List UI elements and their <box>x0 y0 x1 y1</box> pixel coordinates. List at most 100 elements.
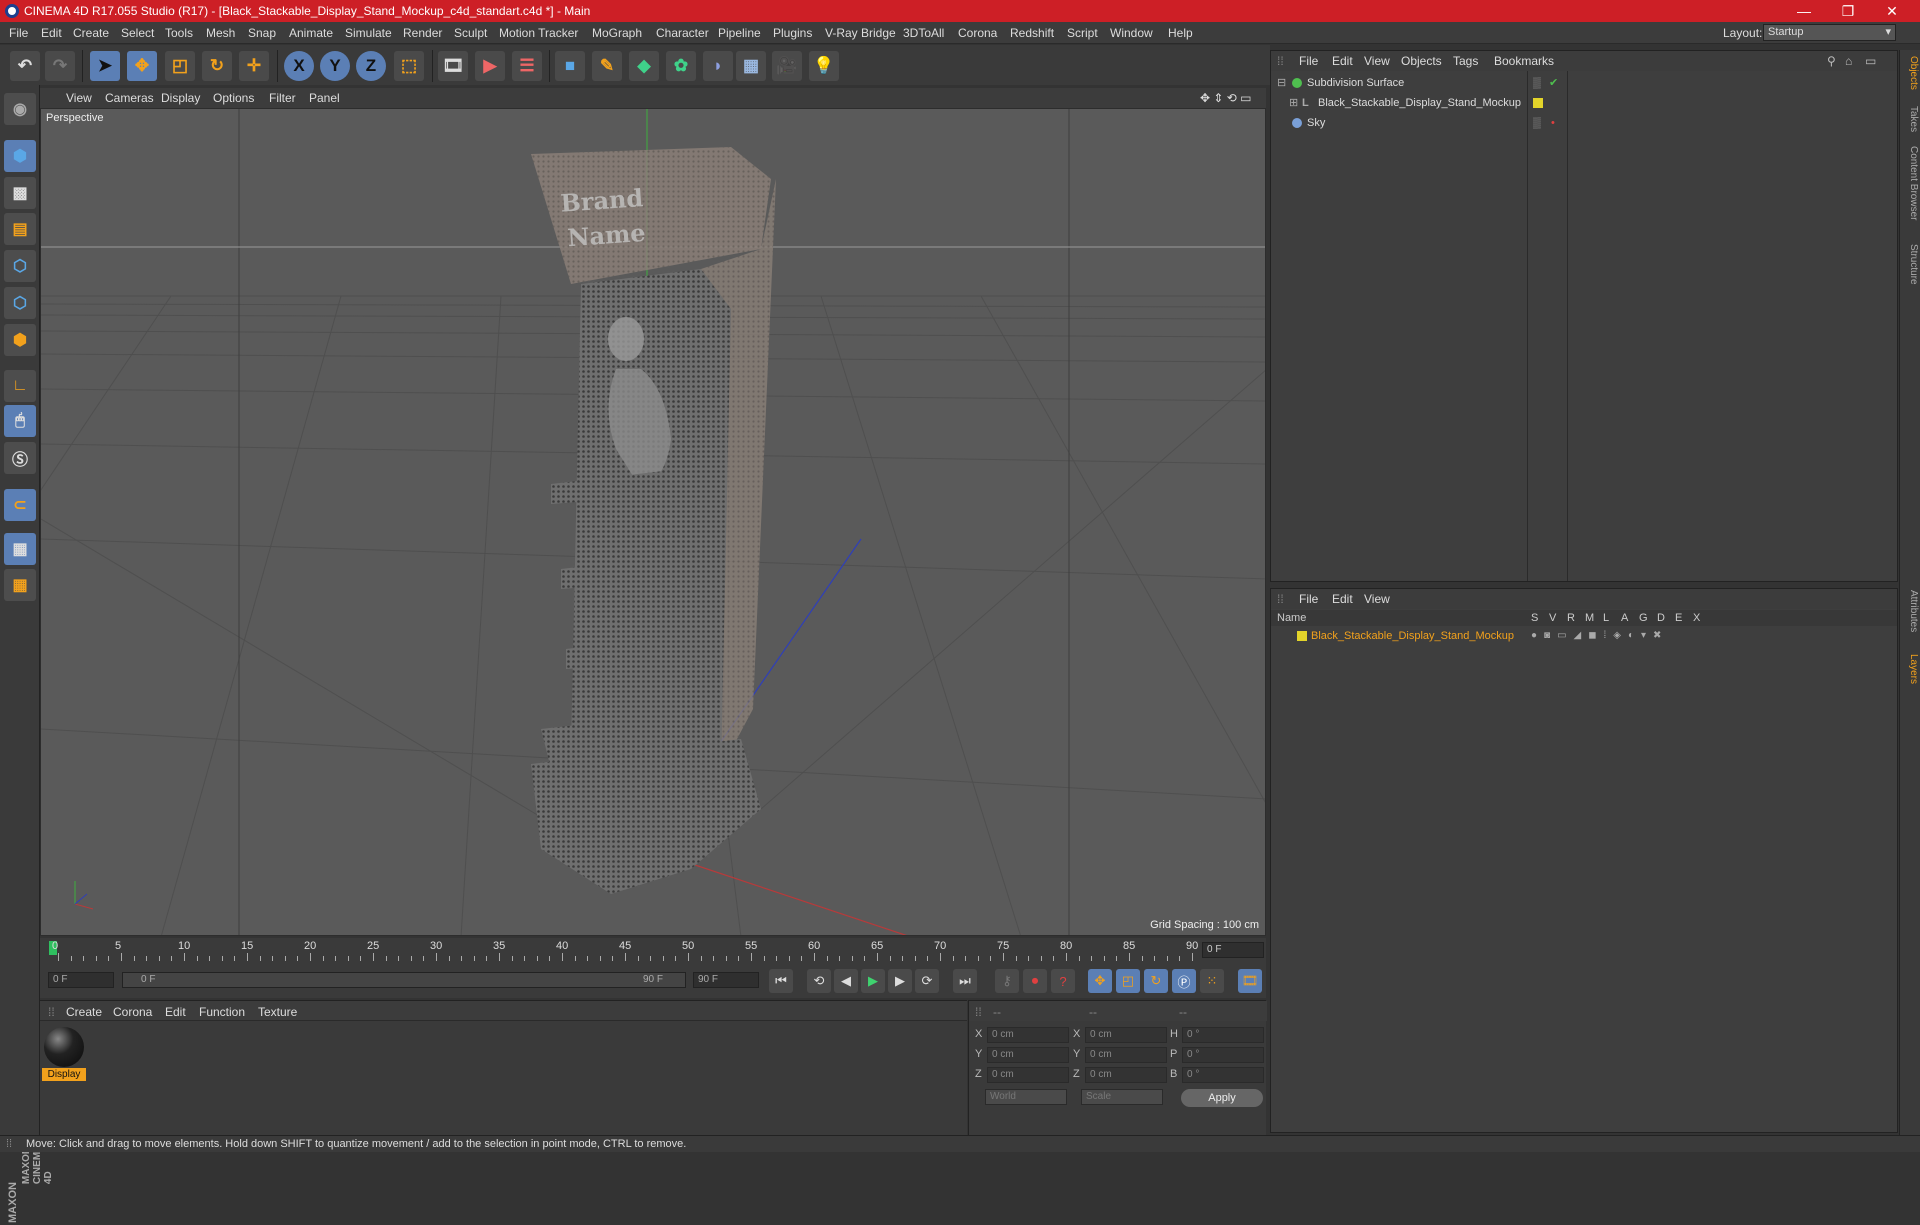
magnet-icon[interactable]: ⊂ <box>4 489 36 521</box>
floor-icon[interactable]: ▦ <box>736 51 766 81</box>
light-icon[interactable]: 💡 <box>809 51 839 81</box>
menu-script[interactable]: Script <box>1067 26 1098 40</box>
enabled-check-icon[interactable]: ✔ <box>1549 73 1558 93</box>
rotate-icon[interactable]: ↻ <box>202 51 232 81</box>
object-row-subdivision[interactable]: ⊟ Subdivision Surface ▒ ✔ <box>1271 73 1897 93</box>
x-axis-icon[interactable]: X <box>284 51 314 81</box>
render-region-icon[interactable]: 🎞 <box>438 51 468 81</box>
keyframe-help-icon[interactable]: ? <box>1051 969 1075 993</box>
vp-menu-cameras[interactable]: Cameras <box>105 91 154 105</box>
obj-menu-edit[interactable]: Edit <box>1332 54 1353 68</box>
menu-tools[interactable]: Tools <box>165 26 193 40</box>
menu-snap[interactable]: Snap <box>248 26 276 40</box>
menu-plugins[interactable]: Plugins <box>773 26 812 40</box>
current-frame-field[interactable]: 0 F <box>1202 942 1264 958</box>
record-keys-icon[interactable]: ⚷ <box>995 969 1019 993</box>
position-x-field[interactable]: 0 cm <box>987 1027 1069 1043</box>
key-rotation-icon[interactable]: ↻ <box>1144 969 1168 993</box>
tab-objects[interactable]: Objects <box>1902 56 1919 90</box>
menu-render[interactable]: Render <box>403 26 442 40</box>
vp-menu-view[interactable]: View <box>66 91 92 105</box>
edges-mode-icon[interactable]: ⬡ <box>4 287 36 319</box>
coord-mode-dropdown[interactable]: World <box>985 1089 1067 1105</box>
obj-menu-file[interactable]: File <box>1299 54 1318 68</box>
obj-menu-view[interactable]: View <box>1364 54 1390 68</box>
layer-menu-view[interactable]: View <box>1364 592 1390 606</box>
menu-create[interactable]: Create <box>73 26 109 40</box>
end-frame-field[interactable]: 90 F <box>693 972 759 988</box>
render-queue-icon[interactable]: ☰ <box>512 51 542 81</box>
model-mode-icon[interactable]: ⬢ <box>4 140 36 172</box>
make-editable-icon[interactable]: ◉ <box>4 93 36 125</box>
menu-redshift[interactable]: Redshift <box>1010 26 1054 40</box>
position-z-field[interactable]: 0 cm <box>987 1067 1069 1083</box>
tab-content-browser[interactable]: Content Browser <box>1902 146 1919 220</box>
next-key-icon[interactable]: ⟳ <box>915 969 939 993</box>
rotation-p-field[interactable]: 0 ° <box>1182 1047 1264 1063</box>
subdivision-icon[interactable]: ◆ <box>629 51 659 81</box>
menu-3dtoall[interactable]: 3DToAll <box>903 26 944 40</box>
go-to-start-icon[interactable]: ⏮ <box>769 969 793 993</box>
menu-select[interactable]: Select <box>121 26 154 40</box>
move-icon[interactable]: ✥ <box>127 51 157 81</box>
workplane-icon[interactable]: ▤ <box>4 213 36 245</box>
menu-animate[interactable]: Animate <box>289 26 333 40</box>
apply-button[interactable]: Apply <box>1181 1089 1263 1107</box>
rotation-h-field[interactable]: 0 ° <box>1182 1027 1264 1043</box>
lock-workplane-icon[interactable]: ▦ <box>4 533 36 565</box>
start-frame-field[interactable]: 0 F <box>48 972 114 988</box>
menu-file[interactable]: File <box>9 26 28 40</box>
texture-mode-icon[interactable]: ▩ <box>4 177 36 209</box>
planar-workplane-icon[interactable]: ▦ <box>4 569 36 601</box>
layout-dropdown[interactable]: Startup ▾ <box>1763 24 1896 41</box>
camera-icon[interactable]: 🎥 <box>772 51 802 81</box>
menu-pipeline[interactable]: Pipeline <box>718 26 761 40</box>
points-mode-icon[interactable]: ⬡ <box>4 250 36 282</box>
snap-icon[interactable]: Ⓢ <box>4 442 36 474</box>
menu-mesh[interactable]: Mesh <box>206 26 235 40</box>
mat-menu-create[interactable]: Create <box>66 1005 102 1019</box>
menu-window[interactable]: Window <box>1110 26 1153 40</box>
tab-layers[interactable]: Layers <box>1902 654 1919 684</box>
menu-motion-tracker[interactable]: Motion Tracker <box>499 26 578 40</box>
scale-icon[interactable]: ◰ <box>165 51 195 81</box>
obj-menu-tags[interactable]: Tags <box>1453 54 1478 68</box>
key-pla-icon[interactable]: ⁙ <box>1200 969 1224 993</box>
cube-icon[interactable]: ■ <box>555 51 585 81</box>
tab-structure[interactable]: Structure <box>1902 244 1919 285</box>
menu-vray-bridge[interactable]: V-Ray Bridge <box>825 26 896 40</box>
go-to-end-icon[interactable]: ⏭ <box>953 969 977 993</box>
vp-menu-options[interactable]: Options <box>213 91 254 105</box>
panel-menu-icon[interactable]: ▭ <box>1865 54 1876 68</box>
vp-menu-display[interactable]: Display <box>161 91 200 105</box>
axis-mode-icon[interactable]: ∟ <box>4 370 36 402</box>
timeline-window-icon[interactable]: 🎞 <box>1238 969 1262 993</box>
previous-key-icon[interactable]: ⟲ <box>807 969 831 993</box>
obj-menu-objects[interactable]: Objects <box>1401 54 1442 68</box>
mat-menu-texture[interactable]: Texture <box>258 1005 297 1019</box>
key-scale-icon[interactable]: ◰ <box>1116 969 1140 993</box>
object-row-display-stand[interactable]: ⊞ L Black_Stackable_Display_Stand_Mockup <box>1271 93 1897 113</box>
perspective-viewport[interactable]: Brand Name Perspective Grid Spacing : 10… <box>40 108 1266 936</box>
select-arrow-icon[interactable]: ➤ <box>90 51 120 81</box>
polygons-mode-icon[interactable]: ⬢ <box>4 324 36 356</box>
cloner-icon[interactable]: ✿ <box>666 51 696 81</box>
layer-row[interactable]: Black_Stackable_Display_Stand_Mockup ●◙▭… <box>1271 626 1897 646</box>
obj-menu-bookmarks[interactable]: Bookmarks <box>1494 54 1554 68</box>
key-position-icon[interactable]: ✥ <box>1088 969 1112 993</box>
mat-menu-function[interactable]: Function <box>199 1005 245 1019</box>
menu-sculpt[interactable]: Sculpt <box>454 26 487 40</box>
vp-menu-filter[interactable]: Filter <box>269 91 296 105</box>
y-axis-icon[interactable]: Y <box>320 51 350 81</box>
play-icon[interactable]: ▶ <box>861 969 885 993</box>
timeline-ruler[interactable]: 0 5 10 15 20 25 30 35 40 45 50 55 60 65 70 75 80 85 90 0 F <box>40 938 1266 962</box>
mat-menu-edit[interactable]: Edit <box>165 1005 186 1019</box>
menu-character[interactable]: Character <box>656 26 709 40</box>
size-y-field[interactable]: 0 cm <box>1085 1047 1167 1063</box>
expand-icon[interactable]: ⊞ <box>1289 93 1298 113</box>
vp-navigation-icons[interactable]: ✥ ⇕ ⟲ ▭ <box>1200 91 1252 105</box>
close-button[interactable]: ✕ <box>1870 0 1914 22</box>
deformer-icon[interactable]: ◗ <box>703 51 733 81</box>
menu-help[interactable]: Help <box>1168 26 1193 40</box>
disabled-dot-icon[interactable]: • <box>1551 113 1555 133</box>
